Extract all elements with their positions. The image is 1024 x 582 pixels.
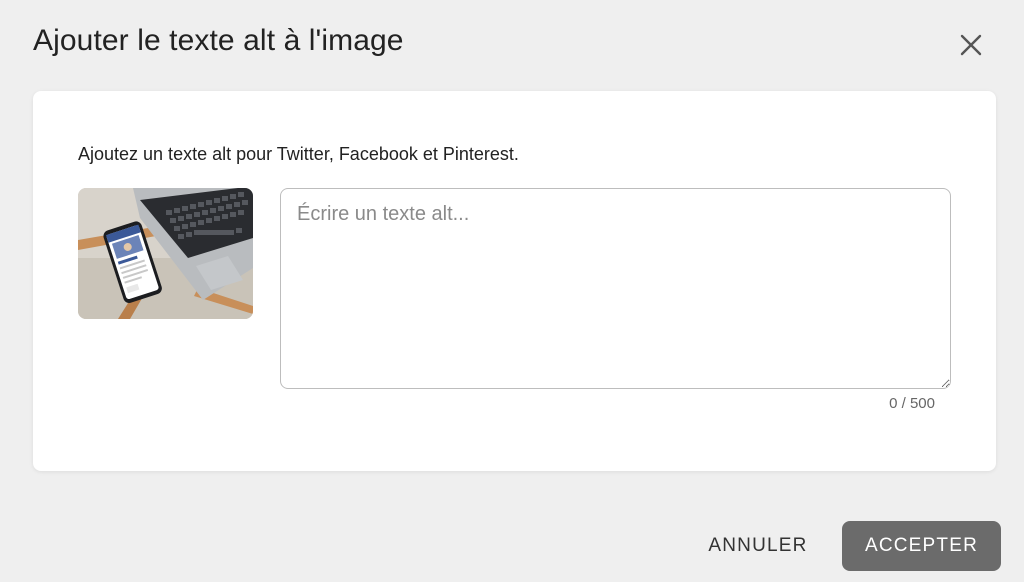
close-button[interactable] [956,30,986,60]
dialog-title: Ajouter le texte alt à l'image [33,24,404,57]
image-preview [78,188,253,319]
dialog-subtitle: Ajoutez un texte alt pour Twitter, Faceb… [78,144,519,164]
accept-button[interactable]: ACCEPTER [842,521,1001,571]
content-card: Ajoutez un texte alt pour Twitter, Faceb… [33,91,996,471]
character-counter: 0 / 500 [889,395,935,412]
close-icon [960,34,982,56]
alt-text-input[interactable] [280,188,951,389]
alt-text-dialog: Ajouter le texte alt à l'image Ajoutez u… [0,0,1024,582]
image-thumbnail [78,188,253,319]
cancel-button[interactable]: ANNULER [690,521,826,571]
